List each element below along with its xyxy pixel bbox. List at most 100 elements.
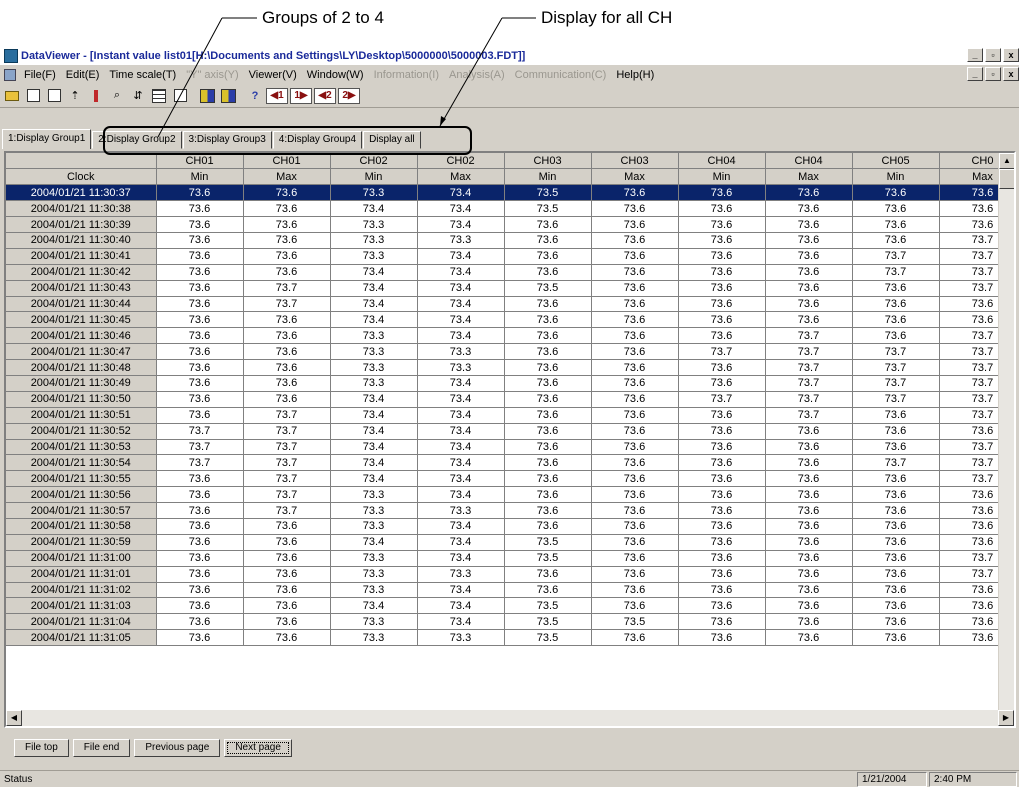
value-cell[interactable]: 73.5 bbox=[504, 629, 592, 647]
clock-cell[interactable]: 2004/01/21 11:31:03 bbox=[6, 597, 157, 615]
value-cell[interactable]: 73.6 bbox=[243, 311, 331, 329]
table-row[interactable]: 2004/01/21 11:30:55 73.6 73.7 73.4 73.4 73.6 7… bbox=[6, 470, 1014, 488]
value-cell[interactable]: 73.6 bbox=[678, 423, 766, 440]
color-button-1[interactable] bbox=[197, 86, 217, 106]
value-cell[interactable]: 73.4 bbox=[417, 454, 505, 472]
value-cell[interactable]: 73.6 bbox=[591, 629, 679, 647]
value-cell[interactable]: 73.6 bbox=[504, 423, 592, 440]
table-row[interactable]: 2004/01/21 11:30:47 73.6 73.6 73.3 73.3 73.6 7… bbox=[6, 343, 1014, 361]
value-cell[interactable]: 73.6 bbox=[591, 311, 679, 329]
file-top-button[interactable]: File top bbox=[14, 739, 69, 757]
table-row[interactable]: 2004/01/21 11:30:38 73.6 73.6 73.4 73.4 73.5 7… bbox=[6, 200, 1014, 218]
value-cell[interactable]: 73.6 bbox=[852, 232, 940, 249]
cursor2-left-button[interactable]: ◀ 2 bbox=[314, 87, 336, 104]
value-cell[interactable]: 73.6 bbox=[156, 486, 244, 504]
value-cell[interactable]: 73.6 bbox=[591, 248, 679, 265]
value-cell[interactable]: 73.6 bbox=[852, 518, 940, 535]
value-cell[interactable]: 73.3 bbox=[330, 184, 418, 202]
value-cell[interactable]: 73.6 bbox=[156, 518, 244, 535]
value-cell[interactable]: 73.6 bbox=[678, 597, 766, 615]
value-cell[interactable]: 73.6 bbox=[156, 311, 244, 329]
value-cell[interactable]: 73.6 bbox=[678, 359, 766, 376]
value-cell[interactable]: 73.7 bbox=[243, 486, 331, 504]
value-cell[interactable]: 73.7 bbox=[765, 327, 853, 345]
value-cell[interactable]: 73.7 bbox=[243, 280, 331, 297]
value-cell[interactable]: 73.6 bbox=[591, 216, 679, 233]
value-cell[interactable]: 73.5 bbox=[504, 200, 592, 218]
value-cell[interactable]: 73.6 bbox=[243, 518, 331, 535]
table-row[interactable]: 2004/01/21 11:30:53 73.7 73.7 73.4 73.4 73.6 7… bbox=[6, 439, 1014, 456]
value-cell[interactable]: 73.6 bbox=[591, 232, 679, 249]
table-row[interactable]: 2004/01/21 11:30:54 73.7 73.7 73.4 73.4 73.6 7… bbox=[6, 454, 1014, 472]
table-row[interactable]: 2004/01/21 11:30:41 73.6 73.6 73.3 73.4 73.6 7… bbox=[6, 248, 1014, 265]
value-cell[interactable]: 73.6 bbox=[852, 486, 940, 504]
value-cell[interactable]: 73.6 bbox=[243, 550, 331, 567]
clock-cell[interactable]: 2004/01/21 11:30:44 bbox=[6, 296, 157, 313]
value-cell[interactable]: 73.4 bbox=[417, 582, 505, 599]
horizontal-scrollbar[interactable]: ◀ ▶ bbox=[6, 710, 1014, 726]
value-cell[interactable]: 73.4 bbox=[417, 391, 505, 408]
menu-communication[interactable]: Communication(C) bbox=[510, 69, 612, 81]
value-cell[interactable]: 73.6 bbox=[243, 232, 331, 249]
clock-cell[interactable]: 2004/01/21 11:30:43 bbox=[6, 280, 157, 297]
value-cell[interactable]: 73.7 bbox=[852, 454, 940, 472]
clock-cell[interactable]: 2004/01/21 11:31:01 bbox=[6, 566, 157, 583]
tab-display-group2[interactable]: 2:Display Group2 bbox=[92, 131, 182, 149]
value-cell[interactable]: 73.6 bbox=[678, 486, 766, 504]
value-cell[interactable]: 73.6 bbox=[243, 597, 331, 615]
value-cell[interactable]: 73.6 bbox=[852, 280, 940, 297]
value-cell[interactable]: 73.4 bbox=[417, 296, 505, 313]
value-cell[interactable]: 73.6 bbox=[156, 296, 244, 313]
value-cell[interactable]: 73.4 bbox=[330, 200, 418, 218]
value-cell[interactable]: 73.6 bbox=[852, 502, 940, 519]
value-cell[interactable]: 73.6 bbox=[765, 439, 853, 456]
value-cell[interactable]: 73.6 bbox=[678, 534, 766, 551]
value-cell[interactable]: 73.6 bbox=[591, 597, 679, 615]
value-cell[interactable]: 73.3 bbox=[417, 343, 505, 361]
value-cell[interactable]: 73.6 bbox=[852, 200, 940, 218]
value-cell[interactable]: 73.6 bbox=[765, 248, 853, 265]
value-cell[interactable]: 73.6 bbox=[852, 582, 940, 599]
value-cell[interactable]: 73.5 bbox=[504, 534, 592, 551]
scroll-thumb[interactable] bbox=[999, 169, 1014, 189]
value-cell[interactable]: 73.7 bbox=[243, 296, 331, 313]
value-cell[interactable]: 73.6 bbox=[156, 582, 244, 599]
value-cell[interactable]: 73.7 bbox=[243, 502, 331, 519]
value-cell[interactable]: 73.6 bbox=[765, 566, 853, 583]
tab-display-group1[interactable]: 1:Display Group1 bbox=[2, 129, 92, 149]
value-cell[interactable]: 73.5 bbox=[504, 280, 592, 297]
clock-cell[interactable]: 2004/01/21 11:30:48 bbox=[6, 359, 157, 376]
value-cell[interactable]: 73.6 bbox=[678, 439, 766, 456]
value-cell[interactable]: 73.6 bbox=[156, 248, 244, 265]
file-end-button[interactable]: File end bbox=[72, 739, 131, 757]
value-cell[interactable]: 73.4 bbox=[417, 407, 505, 424]
value-cell[interactable]: 73.6 bbox=[591, 280, 679, 297]
value-cell[interactable]: 73.6 bbox=[156, 407, 244, 424]
value-cell[interactable]: 73.6 bbox=[591, 486, 679, 504]
value-cell[interactable]: 73.6 bbox=[591, 184, 679, 202]
tab-display-group3[interactable]: 3:Display Group3 bbox=[182, 131, 272, 149]
value-cell[interactable]: 73.6 bbox=[678, 502, 766, 519]
clock-cell[interactable]: 2004/01/21 11:30:46 bbox=[6, 327, 157, 345]
value-cell[interactable]: 73.3 bbox=[417, 359, 505, 376]
value-cell[interactable]: 73.6 bbox=[504, 470, 592, 488]
value-cell[interactable]: 73.4 bbox=[417, 439, 505, 456]
view-button[interactable] bbox=[23, 86, 43, 106]
menu-information[interactable]: Information(I) bbox=[369, 69, 444, 81]
value-cell[interactable]: 73.4 bbox=[417, 184, 505, 202]
value-cell[interactable]: 73.7 bbox=[852, 391, 940, 408]
value-cell[interactable]: 73.6 bbox=[591, 359, 679, 376]
minimize-button[interactable]: _ bbox=[967, 48, 983, 62]
value-cell[interactable]: 73.4 bbox=[330, 423, 418, 440]
value-cell[interactable]: 73.6 bbox=[591, 391, 679, 408]
value-cell[interactable]: 73.7 bbox=[852, 248, 940, 265]
clock-cell[interactable]: 2004/01/21 11:30:50 bbox=[6, 391, 157, 408]
value-cell[interactable]: 73.6 bbox=[765, 216, 853, 233]
value-cell[interactable]: 73.6 bbox=[504, 375, 592, 392]
table-row[interactable]: 2004/01/21 11:30:51 73.6 73.7 73.4 73.4 73.6 7… bbox=[6, 407, 1014, 424]
clock-cell[interactable]: 2004/01/21 11:30:57 bbox=[6, 502, 157, 519]
help-button[interactable]: ? bbox=[245, 86, 265, 106]
table-row[interactable]: 2004/01/21 11:31:03 73.6 73.6 73.4 73.4 73.5 7… bbox=[6, 597, 1014, 615]
table-row[interactable]: 2004/01/21 11:30:46 73.6 73.6 73.3 73.4 73.6 7… bbox=[6, 327, 1014, 345]
value-cell[interactable]: 73.3 bbox=[417, 566, 505, 583]
